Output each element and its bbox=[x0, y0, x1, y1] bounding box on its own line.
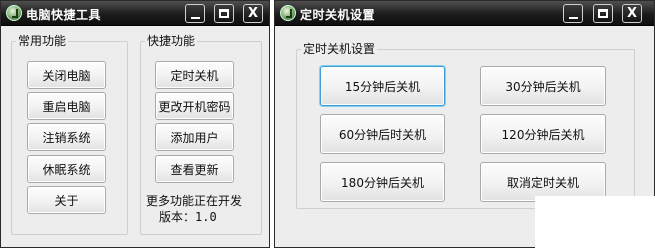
close-button[interactable]: X bbox=[622, 4, 642, 23]
hibernate-button[interactable]: 休眠系统 bbox=[27, 155, 106, 183]
more-features-note: 更多功能正在开发 bbox=[146, 194, 243, 208]
change-password-button[interactable]: 更改开机密码 bbox=[155, 92, 234, 120]
check-update-button[interactable]: 查看更新 bbox=[155, 155, 234, 183]
maximize-button[interactable] bbox=[593, 4, 613, 23]
minimize-button[interactable] bbox=[563, 4, 583, 23]
shutdown-30min-button[interactable]: 30分钟后关机 bbox=[480, 66, 606, 106]
close-button[interactable]: X bbox=[243, 4, 263, 23]
maximize-icon bbox=[219, 9, 229, 18]
close-icon: X bbox=[247, 6, 259, 21]
restart-button[interactable]: 重启电脑 bbox=[27, 92, 106, 120]
maximize-icon bbox=[598, 9, 608, 18]
shutdown-120min-button[interactable]: 120分钟后关机 bbox=[480, 114, 606, 154]
window-titlebar[interactable]: 定时关机设置 X bbox=[275, 1, 654, 26]
background-gap bbox=[535, 196, 655, 248]
minimize-icon bbox=[568, 16, 578, 19]
close-icon: X bbox=[626, 6, 638, 21]
window-title: 电脑快捷工具 bbox=[26, 8, 102, 22]
minimize-icon bbox=[190, 16, 200, 19]
shutdown-60min-button[interactable]: 60分钟后时关机 bbox=[320, 114, 445, 154]
group-label-common: 常用功能 bbox=[16, 34, 69, 48]
shutdown-button[interactable]: 关闭电脑 bbox=[27, 61, 106, 89]
group-label-quick: 快捷功能 bbox=[145, 34, 198, 48]
shutdown-180min-button[interactable]: 180分钟后关机 bbox=[320, 162, 445, 202]
version-label: 版本：1.0 bbox=[159, 210, 217, 224]
timed-shutdown-button[interactable]: 定时关机 bbox=[155, 61, 234, 89]
main-tool-window: 电脑快捷工具 X 常用功能 关闭电脑 重启电脑 注销系统 休眠系统 关于 快捷功… bbox=[0, 0, 270, 248]
logoff-button[interactable]: 注销系统 bbox=[27, 123, 106, 151]
window-title: 定时关机设置 bbox=[300, 8, 376, 22]
shutdown-15min-button[interactable]: 15分钟后关机 bbox=[320, 66, 445, 106]
minimize-button[interactable] bbox=[185, 4, 205, 23]
add-user-button[interactable]: 添加用户 bbox=[155, 123, 234, 151]
about-button[interactable]: 关于 bbox=[27, 186, 106, 214]
app-icon bbox=[280, 5, 296, 21]
app-icon bbox=[6, 5, 22, 21]
maximize-button[interactable] bbox=[214, 4, 234, 23]
window-titlebar[interactable]: 电脑快捷工具 X bbox=[1, 1, 269, 26]
group-label-timed-shutdown: 定时关机设置 bbox=[301, 42, 378, 56]
